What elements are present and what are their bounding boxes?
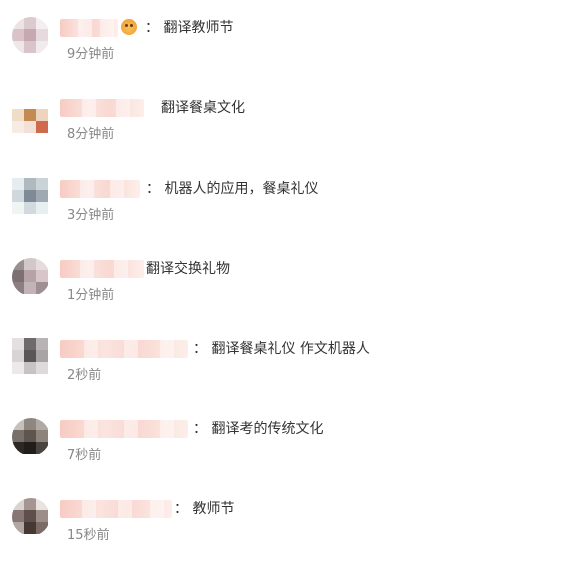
comment-text: ： 翻译餐桌礼仪 作文机器人 [193, 341, 370, 357]
comment-item: ： 机器人的应用，餐桌礼仪 3分钟前 [0, 178, 566, 238]
username-blurred[interactable] [60, 500, 172, 518]
username-blurred[interactable] [60, 180, 140, 198]
comment-list: ： 翻译教师节 9分钟前 翻译餐桌文化 8分钟前 ： 机器人的应用，餐桌礼仪 3… [0, 0, 566, 576]
comment-item: ： 翻译餐桌礼仪 作文机器人 2秒前 [0, 338, 566, 398]
comment-text: ： 翻译考的传统文化 [193, 421, 324, 437]
avatar[interactable] [12, 258, 50, 296]
comment-time: 2秒前 [67, 368, 102, 383]
avatar[interactable] [12, 498, 50, 536]
comment-item: ： 翻译考的传统文化 7秒前 [0, 418, 566, 478]
username-blurred[interactable] [60, 420, 188, 438]
comment-item: ： 教师节 15秒前 [0, 498, 566, 558]
comment-text: ： 教师节 [174, 501, 235, 517]
comment-time: 1分钟前 [67, 288, 115, 303]
comment-text: 翻译餐桌文化 [161, 100, 245, 116]
comment-text: ： 机器人的应用，餐桌礼仪 [146, 181, 319, 197]
avatar[interactable] [12, 338, 50, 376]
username-blurred[interactable] [60, 19, 118, 37]
avatar[interactable] [12, 17, 50, 55]
comment-item: 翻译交换礼物 1分钟前 [0, 258, 566, 318]
comment-time: 9分钟前 [67, 47, 115, 62]
comment-text: ： 翻译教师节 [145, 20, 234, 36]
avatar[interactable] [12, 418, 50, 456]
avatar[interactable] [12, 97, 50, 135]
comment-time: 7秒前 [67, 448, 102, 463]
comment-time: 3分钟前 [67, 208, 115, 223]
comment-text: 翻译交换礼物 [146, 261, 230, 277]
username-blurred[interactable] [60, 99, 144, 117]
avatar[interactable] [12, 178, 50, 216]
comment-item: ： 翻译教师节 9分钟前 [0, 17, 566, 77]
comment-time: 15秒前 [67, 528, 110, 543]
comment-item: 翻译餐桌文化 8分钟前 [0, 97, 566, 157]
username-blurred[interactable] [60, 340, 188, 358]
comment-time: 8分钟前 [67, 127, 115, 142]
smiley-emoji-icon [121, 19, 137, 35]
username-blurred[interactable] [60, 260, 144, 278]
